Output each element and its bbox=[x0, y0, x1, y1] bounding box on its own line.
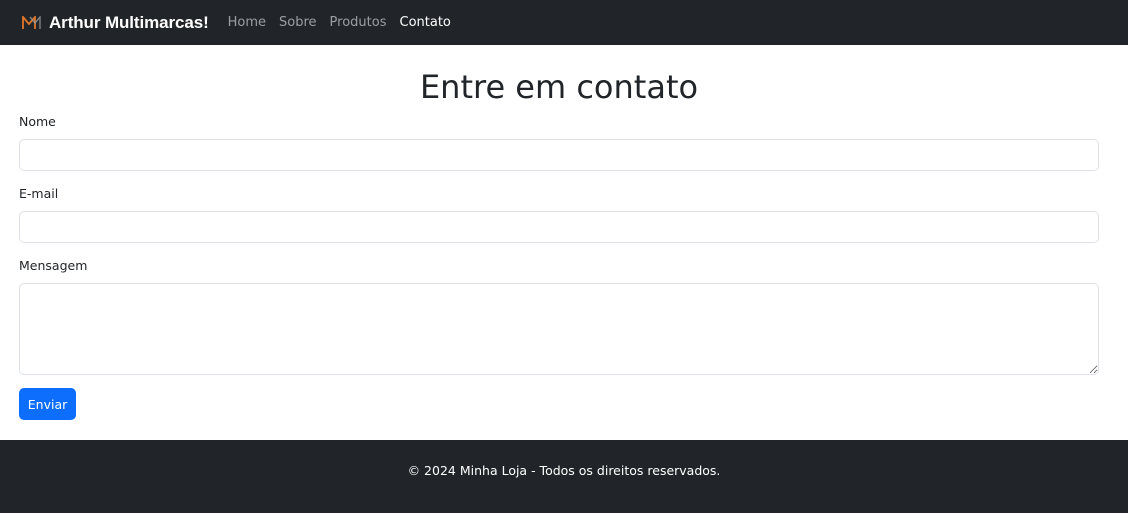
nav-links: Home Sobre Produtos Contato bbox=[228, 15, 464, 30]
brand-name: Arthur Multimarcas! bbox=[49, 12, 209, 32]
page-title: Entre em contato bbox=[419, 68, 699, 106]
email-input[interactable] bbox=[19, 211, 1099, 243]
nav-link-produtos[interactable]: Produtos bbox=[330, 15, 387, 30]
message-textarea[interactable] bbox=[19, 283, 1099, 375]
brand-link[interactable]: Arthur Multimarcas! bbox=[22, 13, 209, 33]
submit-button[interactable]: Enviar bbox=[19, 388, 76, 420]
email-label: E-mail bbox=[19, 186, 59, 201]
footer: © 2024 Minha Loja - Todos os direitos re… bbox=[0, 440, 1128, 513]
m-logo-icon bbox=[22, 15, 41, 29]
navbar: Arthur Multimarcas! Home Sobre Produtos … bbox=[0, 0, 1128, 45]
name-label: Nome bbox=[19, 114, 56, 129]
nav-link-sobre[interactable]: Sobre bbox=[279, 15, 317, 30]
footer-copyright: © 2024 Minha Loja - Todos os direitos re… bbox=[407, 463, 721, 478]
name-input[interactable] bbox=[19, 139, 1099, 171]
message-label: Mensagem bbox=[19, 258, 88, 273]
nav-link-home[interactable]: Home bbox=[228, 15, 266, 30]
nav-link-contato[interactable]: Contato bbox=[400, 15, 451, 30]
